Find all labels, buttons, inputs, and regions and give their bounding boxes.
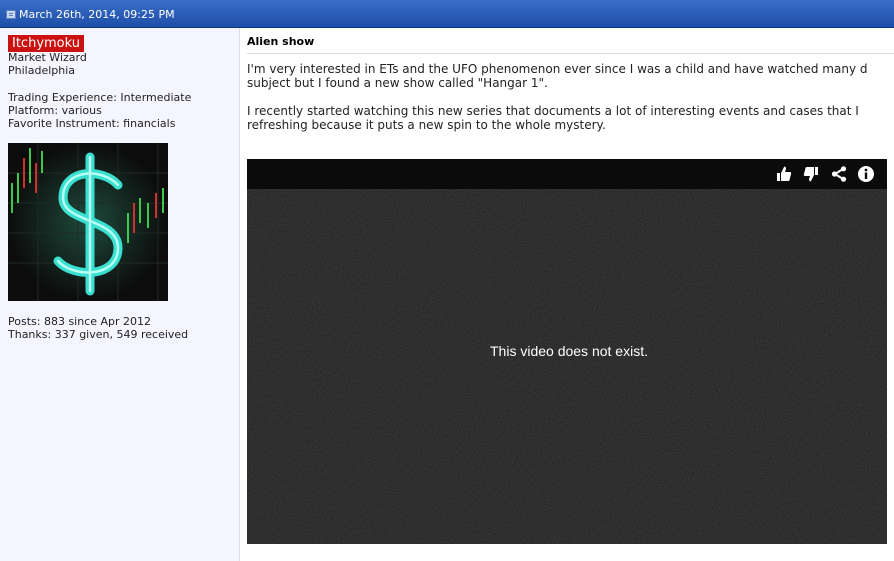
post-paragraph-1-line-2: subject but I found a new show called "H… [247, 76, 548, 90]
user-thanks-count: Thanks: 337 given, 549 received [8, 328, 189, 341]
post-date: March 26th, 2014, 09:25 PM [19, 8, 175, 21]
user-platform: Platform: various [8, 104, 102, 117]
thumbs-down-icon[interactable] [802, 165, 820, 183]
post-paragraph-2-line-1: I recently started watching this new ser… [247, 104, 859, 118]
post-content-panel: Alien show I'm very interested in ETs an… [240, 28, 894, 561]
user-post-count: Posts: 883 since Apr 2012 [8, 315, 152, 328]
post-paragraph-2-line-2: refreshing because it puts a new spin to… [247, 118, 606, 132]
video-control-bar [247, 159, 887, 189]
thumbs-up-icon[interactable] [775, 165, 793, 183]
share-icon[interactable] [830, 165, 848, 183]
user-trading-experience: Trading Experience: Intermediate [8, 91, 192, 104]
post-icon [6, 10, 16, 19]
user-location: Philadelphia [8, 64, 76, 77]
user-favorite-instrument: Favorite Instrument: financials [8, 117, 176, 130]
embedded-video-player[interactable]: This video does not exist. [247, 159, 887, 544]
post-header-bar: March 26th, 2014, 09:25 PM [0, 0, 894, 28]
avatar[interactable] [8, 143, 168, 301]
video-unavailable-message: This video does not exist. [490, 343, 648, 359]
post-paragraph-1-line-1: I'm very interested in ETs and the UFO p… [247, 62, 868, 76]
user-info-panel: Itchymoku Market Wizard Philadelphia Tra… [0, 28, 240, 561]
post-title: Alien show [247, 35, 315, 48]
dollar-sign-avatar-image [8, 143, 168, 301]
video-static-background [247, 189, 887, 544]
username-link[interactable]: Itchymoku [8, 35, 84, 52]
user-rank: Market Wizard [8, 51, 87, 64]
title-divider [247, 53, 894, 54]
info-icon[interactable] [857, 165, 875, 183]
